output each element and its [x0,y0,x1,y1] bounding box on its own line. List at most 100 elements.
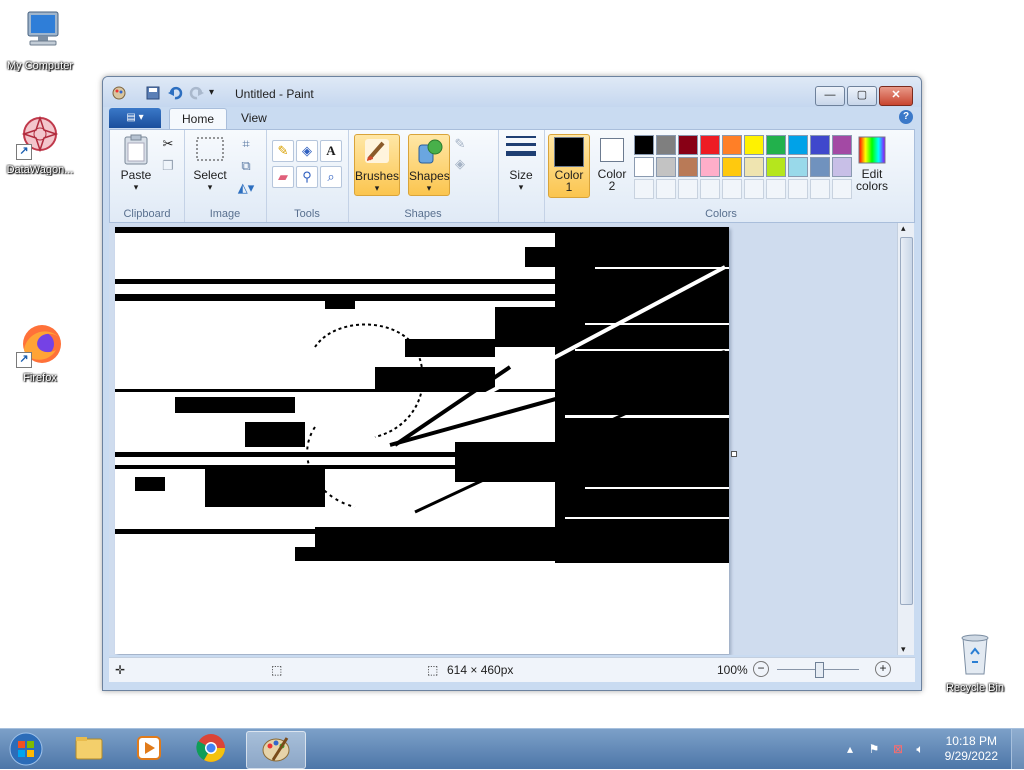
title-bar[interactable]: ▾ Untitled - Paint — ▢ ✕ [103,77,921,107]
magnifier-icon[interactable]: ⌕ [320,166,342,188]
palette-custom-slot[interactable] [810,179,830,199]
palette-swatch[interactable] [722,157,742,177]
app-menu-button[interactable]: ▤ ▾ [109,108,161,128]
start-button[interactable] [0,731,52,767]
palette-swatch[interactable] [656,157,676,177]
palette-custom-slot[interactable] [634,179,654,199]
image-group: Select ▾ ⌗ ⧉ ◭▾ Image [184,130,267,222]
desktop-icon-datawagon[interactable]: ↗ DataWagon... [0,112,80,176]
rotate-icon[interactable]: ◭▾ [236,178,256,198]
select-icon [194,134,226,166]
palette-swatch[interactable] [744,157,764,177]
color1-button[interactable]: Color 1 [548,134,590,198]
paint-app-icon[interactable] [111,85,127,101]
outline-icon[interactable]: ✎ [450,134,470,154]
network-icon[interactable]: ⊠ [890,742,906,758]
tab-home[interactable]: Home [169,108,228,130]
tools-group: ✎ ◈ A ▰ ⚲ ⌕ Tools [266,130,349,222]
palette-custom-slot[interactable] [722,179,742,199]
volume-icon[interactable]: 🔈︎ [912,742,928,758]
show-desktop-button[interactable] [1011,729,1024,769]
taskbar-explorer-button[interactable] [60,731,118,767]
pencil-icon[interactable]: ✎ [272,140,294,162]
select-button[interactable]: Select ▾ [190,134,230,193]
canvas-resize-handle[interactable] [731,451,737,457]
chevron-down-icon: ▾ [207,182,213,192]
palette-swatch[interactable] [722,135,742,155]
palette-swatch[interactable] [700,157,720,177]
scroll-down-icon[interactable]: ▾ [901,644,906,655]
palette-swatch[interactable] [634,157,654,177]
palette-swatch[interactable] [766,157,786,177]
brushes-button[interactable]: Brushes ▾ [354,134,400,196]
colors-group-label: Colors [705,208,737,220]
palette-swatch[interactable] [766,135,786,155]
taskbar-chrome-button[interactable] [182,731,240,767]
close-button[interactable]: ✕ [879,86,913,106]
desktop-icon-firefox[interactable]: ↗ Firefox [0,320,80,384]
palette-swatch[interactable] [700,135,720,155]
zoom-out-button[interactable]: − [753,661,769,677]
palette-swatch[interactable] [678,135,698,155]
palette-custom-slot[interactable] [700,179,720,199]
eraser-icon[interactable]: ▰ [272,166,294,188]
scroll-up-icon[interactable]: ▴ [901,223,906,234]
help-icon[interactable]: ? [899,110,913,124]
brush-icon [361,135,393,167]
fill-shape-icon[interactable]: ◈ [450,154,470,174]
palette-custom-slot[interactable] [744,179,764,199]
show-hidden-icons-icon[interactable]: ▴ [842,742,858,758]
scrollbar-thumb[interactable] [900,237,913,605]
size-button[interactable]: Size ▾ [502,134,540,193]
color-picker-icon[interactable]: ⚲ [296,166,318,188]
palette-swatch[interactable] [678,157,698,177]
palette-swatch[interactable] [810,135,830,155]
size-group: Size ▾ [498,130,545,222]
palette-custom-slot[interactable] [788,179,808,199]
ribbon: Paste ▾ ✂ ❐ Clipboard Select ▾ ⌗ ⧉ ◭▾ Im… [109,129,915,223]
fill-icon[interactable]: ◈ [296,140,318,162]
minimize-button[interactable]: — [815,86,845,106]
palette-custom-slot[interactable] [832,179,852,199]
maximize-button[interactable]: ▢ [847,86,877,106]
desktop-icon-recycle-bin[interactable]: Recycle Bin [935,630,1015,694]
tab-view[interactable]: View [229,108,279,129]
palette-swatch[interactable] [832,157,852,177]
size-label: Size [509,168,533,182]
firefox-icon: ↗ [16,320,64,368]
shapes-button[interactable]: Shapes ▾ [408,134,450,196]
action-center-icon[interactable]: ⚑ [866,742,882,758]
zoom-in-button[interactable]: + [875,661,891,677]
palette-swatch[interactable] [656,135,676,155]
image-group-label: Image [209,208,241,220]
palette-swatch[interactable] [788,135,808,155]
text-icon[interactable]: A [320,140,342,162]
customize-qat-icon[interactable]: ▾ [209,87,225,103]
zoom-slider-thumb[interactable] [815,662,824,678]
palette-swatch[interactable] [832,135,852,155]
clock[interactable]: 10:18 PM 9/29/2022 [945,734,998,764]
color2-button[interactable]: Color 2 [594,134,630,196]
crop-icon[interactable]: ⌗ [236,134,256,154]
resize-icon[interactable]: ⧉ [236,156,256,176]
paste-button[interactable]: Paste ▾ [116,134,156,193]
save-icon[interactable] [145,85,161,101]
taskbar-paint-button[interactable] [246,731,306,769]
palette-swatch[interactable] [744,135,764,155]
desktop-icon-label: Recycle Bin [945,682,1005,694]
palette-custom-slot[interactable] [678,179,698,199]
copy-icon[interactable]: ❐ [158,156,178,176]
cut-icon[interactable]: ✂ [158,134,178,154]
drawing-canvas[interactable] [115,227,729,654]
taskbar-media-player-button[interactable] [120,731,178,767]
vertical-scrollbar[interactable]: ▴ ▾ [897,223,914,655]
palette-swatch[interactable] [634,135,654,155]
desktop-icon-my-computer[interactable]: My Computer [0,8,80,72]
redo-icon[interactable] [189,85,205,101]
palette-custom-slot[interactable] [656,179,676,199]
edit-colors-button[interactable]: Edit colors [852,134,892,192]
undo-icon[interactable] [167,85,183,101]
palette-swatch[interactable] [788,157,808,177]
palette-custom-slot[interactable] [766,179,786,199]
palette-swatch[interactable] [810,157,830,177]
